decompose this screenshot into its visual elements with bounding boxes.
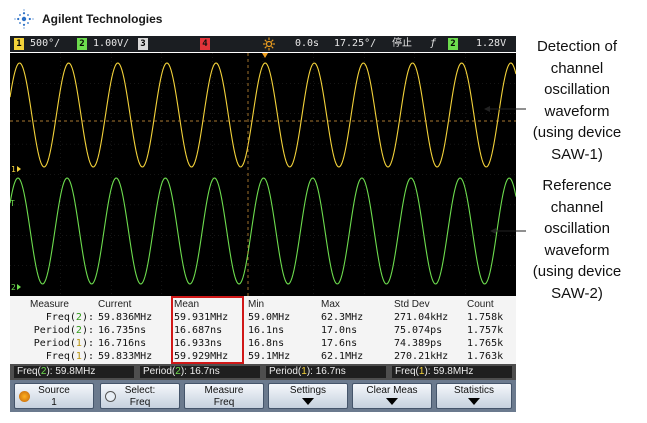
readout-box: Freq(1): 59.8MHz [392, 366, 512, 378]
measure-value: 1.757k [467, 325, 504, 336]
measure-value: 62.3MHz [321, 312, 364, 323]
measure-value: 59.0MHz [248, 312, 291, 323]
measure-row-label: Period(1): [33, 338, 94, 349]
statistics-submenu-icon [468, 398, 480, 405]
run-state: 停止 [392, 38, 412, 49]
svg-text:T: T [10, 199, 15, 208]
readout-box: Period(1): 16.7ns [266, 366, 386, 378]
measure-value: 59.833MHz [98, 351, 153, 362]
svg-text:1: 1 [11, 165, 16, 174]
header-count: Count [467, 299, 494, 310]
measure-freq-softkey[interactable]: Measure Freq [184, 383, 264, 409]
detection-annotation: Detection of channel oscillation wavefor… [532, 38, 622, 163]
trigger-slope-icon: ƒ [430, 38, 437, 49]
measure-value: 16.8ns [248, 338, 285, 349]
measurement-statistics: Measure Current Mean Min Max Std Dev Cou… [10, 296, 516, 364]
header-measure: Measure [30, 299, 69, 310]
trigger-channel: 2 [448, 36, 458, 52]
ch3-indicator[interactable]: 3 [138, 36, 148, 52]
header-min: Min [248, 299, 265, 310]
select-knob-icon [105, 391, 116, 402]
select-measurement-softkey[interactable]: Select: Freq [100, 383, 180, 409]
ch4-indicator[interactable]: 4 [200, 36, 210, 52]
brand-name: Agilent Technologies [42, 12, 163, 26]
waveform-plot: 1 T 2 [10, 53, 516, 296]
clear-meas-submenu-icon [386, 398, 398, 405]
measure-value: 1.758k [467, 312, 504, 323]
readout-box: Freq(2): 59.8MHz [14, 366, 134, 378]
measure-value: 16.716ns [98, 338, 147, 349]
measure-value: 75.074ps [394, 325, 443, 336]
trigger-position-icon [263, 36, 275, 52]
svg-text:2: 2 [11, 283, 16, 292]
reference-annotation: Reference channel oscillation waveform (… [532, 177, 622, 302]
ch1-ground-marker: 1 [11, 165, 21, 174]
measure-value: 270.21kHz [394, 351, 449, 362]
ch1-waveform [10, 62, 516, 168]
measure-value: 62.1MHz [321, 351, 364, 362]
ch2-scale-readout[interactable]: 2 1.00V/ [77, 36, 129, 52]
measure-value: 59.836MHz [98, 312, 153, 323]
clear-meas-softkey[interactable]: Clear Meas [352, 383, 432, 409]
graticule [10, 53, 516, 296]
measure-row-label: Period(2): [33, 325, 94, 336]
settings-softkey[interactable]: Settings [268, 383, 348, 409]
scope-display[interactable]: 1 T 2 [10, 53, 516, 296]
measure-value: 16.1ns [248, 325, 285, 336]
measure-value: 17.6ns [321, 338, 358, 349]
measure-value: 59.1MHz [248, 351, 291, 362]
header-current: Current [98, 299, 132, 310]
measurement-readout-bar: Freq(2): 59.8MHz Period(2): 16.7ns Period(… [10, 364, 516, 380]
measure-value: 1.763k [467, 351, 504, 362]
measure-row-label: Freq(1): [45, 351, 94, 362]
brand-header: Agilent Technologies [14, 8, 162, 30]
agilent-spark-icon [14, 9, 34, 29]
statistics-softkey[interactable]: Statistics [436, 383, 512, 409]
trigger-level: 1.28V [476, 38, 507, 49]
ch1-scale-readout[interactable]: 1 500°/ [14, 36, 60, 52]
scope-status-bar: 1 500°/ 2 1.00V/ 3 4 0.0s 17.25°/ 停止 ƒ 2… [10, 36, 516, 52]
mean-column-highlight [171, 296, 244, 364]
entry-knob-icon [19, 391, 30, 402]
settings-submenu-icon [302, 398, 314, 405]
measure-value: 16.735ns [98, 325, 147, 336]
header-std-dev: Std Dev [394, 299, 430, 310]
measure-value: 1.765k [467, 338, 504, 349]
measure-value: 74.389ps [394, 338, 443, 349]
timebase-scale: 17.25°/ [334, 38, 377, 49]
softkey-bar: Source 1 Select: Freq Measure Freq Setti… [10, 380, 516, 412]
source-softkey[interactable]: Source 1 [14, 383, 94, 409]
readout-box: Period(2): 16.7ns [140, 366, 260, 378]
measure-value: 271.04kHz [394, 312, 449, 323]
header-max: Max [321, 299, 340, 310]
ch2-ground-marker: 2 [11, 283, 21, 292]
measure-value: 17.0ns [321, 325, 358, 336]
measure-row-label: Freq(2): [45, 312, 94, 323]
trigger-delay: 0.0s [295, 38, 320, 49]
trigger-level-marker: T [10, 199, 15, 208]
